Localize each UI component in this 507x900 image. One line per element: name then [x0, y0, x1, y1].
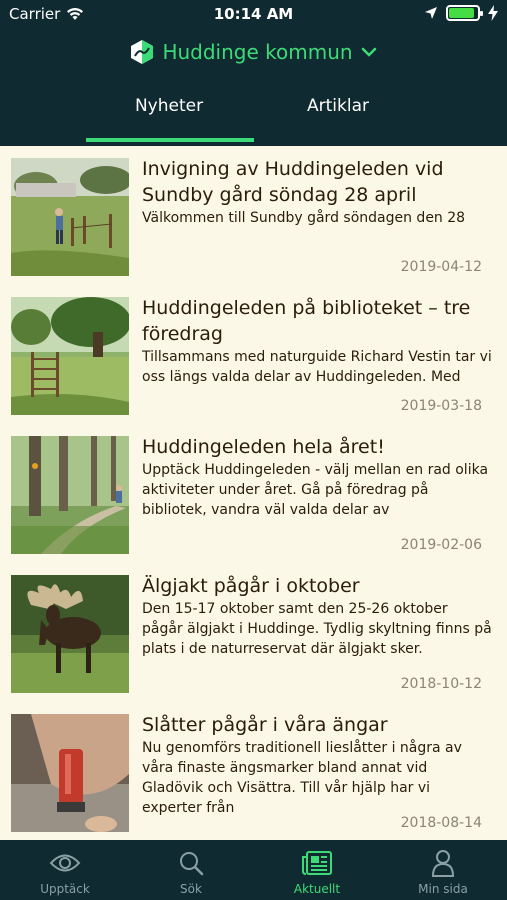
- location-arrow-icon: [425, 7, 437, 19]
- news-thumbnail: [11, 158, 129, 276]
- news-date: 2019-04-12: [400, 259, 482, 275]
- municipality-selector[interactable]: Huddinge kommun: [0, 38, 507, 66]
- tab-aktuellt[interactable]: Aktuellt: [254, 848, 380, 896]
- news-date: 2018-10-12: [400, 676, 482, 692]
- news-item[interactable]: Älgjakt pågår i oktober Den 15-17 oktobe…: [0, 563, 507, 702]
- news-thumbnail: [11, 575, 129, 693]
- news-date: 2019-03-18: [400, 398, 482, 414]
- news-item[interactable]: Invigning av Huddingeleden vid Sundby gå…: [0, 146, 507, 285]
- tab-sok[interactable]: Sök: [128, 848, 254, 896]
- battery-icon: [446, 5, 483, 21]
- battery-level: [449, 8, 475, 18]
- eye-icon: [49, 854, 81, 872]
- news-thumbnail: [11, 714, 129, 832]
- status-bar: Carrier 10:14 AM: [0, 0, 507, 28]
- news-title: Älgjakt pågår i oktober: [142, 575, 360, 597]
- news-title: Huddingeleden hela året!: [142, 436, 385, 458]
- news-excerpt: Nu genomförs traditionell lieslåtter i n…: [142, 740, 462, 816]
- person-icon: [431, 850, 455, 877]
- app-header: Huddinge kommun Nyheter Artiklar: [0, 28, 507, 146]
- tab-aktuellt-label: Aktuellt: [293, 882, 341, 896]
- municipality-title: Huddinge kommun: [162, 40, 353, 64]
- news-item[interactable]: Huddingeleden hela året! Upptäck Hudding…: [0, 424, 507, 563]
- tab-upptack[interactable]: Upptäck: [2, 848, 128, 896]
- news-date: 2018-08-14: [400, 815, 482, 831]
- huddinge-logo-icon: [131, 40, 154, 64]
- news-title: Slåtter pågår i våra ängar: [142, 714, 388, 736]
- tab-nyheter[interactable]: Nyheter: [84, 96, 254, 116]
- search-icon: [180, 852, 204, 876]
- newspaper-icon: [302, 851, 332, 875]
- news-thumbnail: [11, 297, 129, 415]
- news-item[interactable]: Slåtter pågår i våra ängar Nu genomförs …: [0, 702, 507, 840]
- tab-upptack-label: Upptäck: [40, 882, 90, 896]
- news-title: Huddingeleden på biblioteket – tre föred…: [142, 297, 471, 345]
- news-list[interactable]: Invigning av Huddingeleden vid Sundby gå…: [0, 146, 507, 840]
- news-title: Invigning av Huddingeleden vid Sundby gå…: [142, 158, 444, 206]
- news-excerpt: Välkommen till Sundby gård söndagen den …: [142, 210, 466, 226]
- tab-artiklar[interactable]: Artiklar: [253, 96, 423, 116]
- news-date: 2019-02-06: [400, 537, 482, 553]
- tab-sok-label: Sök: [180, 882, 202, 896]
- news-item[interactable]: Huddingeleden på biblioteket – tre föred…: [0, 285, 507, 424]
- charging-bolt-icon: [488, 5, 498, 21]
- chevron-down-icon: [361, 47, 376, 57]
- news-excerpt: Den 15-17 oktober samt den 25-26 oktober…: [142, 601, 492, 657]
- bottom-tab-bar: Upptäck Sök Aktuellt Min sida: [0, 840, 507, 900]
- tab-min-sida-label: Min sida: [418, 882, 468, 896]
- news-excerpt: Upptäck Huddingeleden - välj mellan en r…: [142, 462, 489, 518]
- active-tab-indicator: [86, 138, 254, 142]
- news-thumbnail: [11, 436, 129, 554]
- news-excerpt: Tillsammans med naturguide Richard Vesti…: [142, 349, 492, 385]
- status-icons: [424, 5, 498, 21]
- tab-min-sida[interactable]: Min sida: [380, 848, 506, 896]
